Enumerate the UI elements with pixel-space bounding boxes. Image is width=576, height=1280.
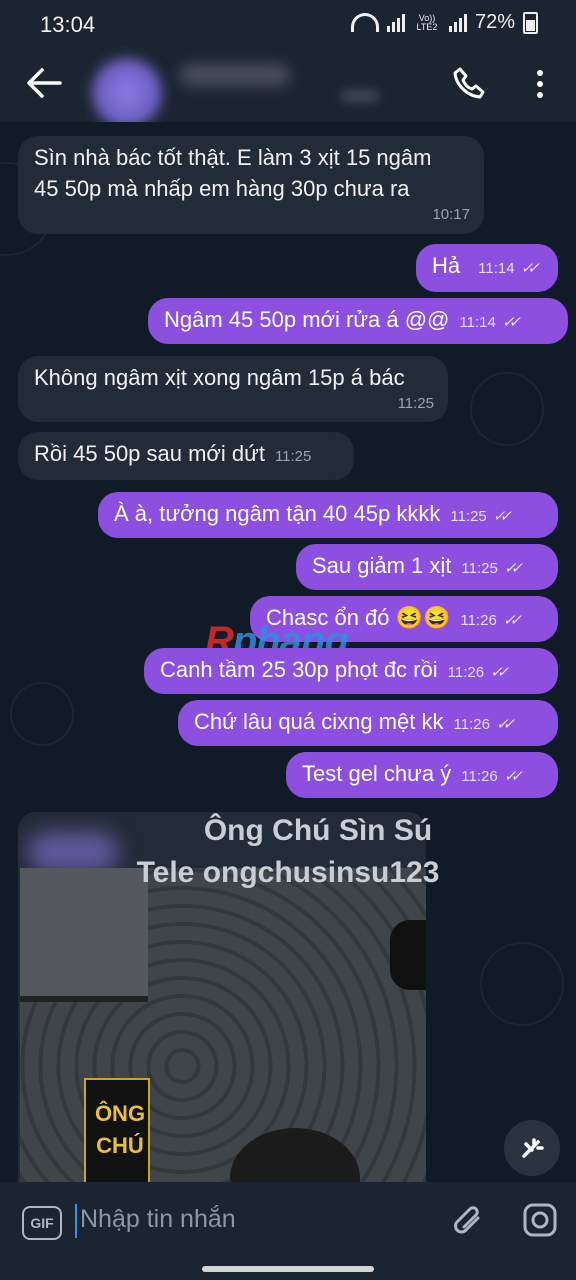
read-check-icon: ✓✓ [503,560,523,577]
message-input[interactable] [78,1204,422,1235]
read-check-icon: ✓✓ [503,768,523,785]
message-time: 11:14 [459,314,496,331]
read-check-icon: ✓✓ [501,314,521,331]
media-caption-line1: Ông Chú Sìn Sú [203,814,433,847]
wifi-icon [350,13,379,32]
arrow-left-icon[interactable] [24,66,64,100]
sparkle-icon [522,1138,544,1158]
read-check-icon: ✓✓ [502,612,522,629]
camera-icon[interactable] [522,1202,558,1238]
background-doodle [10,682,74,746]
signal-icon-2 [448,13,467,32]
avatar[interactable] [92,58,162,128]
message-text: Canh tầm 25 30p phọt đc rồi [160,657,438,682]
media-caption-line2: Tele ongchusinsu123 [136,856,440,889]
message-text: Hả [432,253,461,278]
message-time: 11:14 [478,260,515,277]
gesture-bar[interactable] [202,1266,374,1272]
contact-name-blurred[interactable] [180,64,290,86]
status-icons: Vo)) LTE2 72% [350,11,538,34]
phone-icon[interactable] [452,66,486,100]
message-time: 11:25 [397,395,434,412]
message-outgoing[interactable]: Test gel chưa ý 11:26 ✓✓ [286,752,558,798]
photo-box-label: ÔNG CHÚ [94,1101,146,1158]
message-time: 11:26 [461,768,498,785]
read-check-icon: ✓✓ [495,716,515,733]
signal-icon [386,13,405,32]
message-text: 45 50p mà nhấp em hàng 30p chưa ra [34,176,410,201]
last-seen-blurred [340,90,380,102]
message-text: Ngâm 45 50p mới rửa á @@ [164,307,450,332]
paperclip-icon[interactable] [450,1200,486,1240]
message-outgoing[interactable]: Hả 11:14 ✓✓ [416,244,558,292]
status-bar: 13:04 Vo)) LTE2 72% [0,0,576,48]
more-vertical-icon[interactable] [528,68,552,100]
message-time: 11:25 [450,508,487,525]
gif-button[interactable]: GIF [22,1206,62,1240]
read-check-icon: ✓✓ [492,508,512,525]
message-text: Test gel chưa ý [302,761,452,786]
message-text: Sìn nhà bác tốt thật. E làm 3 xịt 15 ngâ… [34,145,432,170]
battery-icon [523,11,538,34]
message-time: 10:17 [432,206,470,223]
message-time: 11:25 [461,560,498,577]
message-outgoing[interactable]: Sau giảm 1 xịt 11:25 ✓✓ [296,544,558,590]
message-time: 11:26 [460,612,497,629]
message-time: 11:26 [453,716,490,733]
message-outgoing[interactable]: Ngâm 45 50p mới rửa á @@ 11:14 ✓✓ [148,298,568,344]
message-outgoing[interactable]: À à, tưởng ngâm tận 40 45p kkkk 11:25 ✓✓ [98,492,558,538]
chat-area[interactable]: Sìn nhà bác tốt thật. E làm 3 xịt 15 ngâ… [0,122,576,1182]
message-outgoing[interactable]: Chứ lâu quá cixng mệt kk 11:26 ✓✓ [178,700,558,746]
message-time: 11:26 [447,664,485,681]
message-text: Sau giảm 1 xịt [312,553,452,578]
battery-percent: 72% [474,11,515,33]
message-text: Không ngâm xịt xong ngâm 15p á bác [34,365,405,390]
message-incoming[interactable]: Không ngâm xịt xong ngâm 15p á bác 11:25 [18,356,448,422]
background-doodle [470,372,544,446]
message-text: À à, tưởng ngâm tận 40 45p kkkk [114,501,441,526]
text-cursor [75,1204,77,1238]
background-doodle [480,942,564,1026]
message-text: Chứ lâu quá cixng mệt kk [194,709,444,734]
status-time: 13:04 [40,12,96,37]
message-time: 11:25 [274,448,312,465]
chat-header [0,48,576,128]
read-check-icon: ✓✓ [520,260,540,277]
message-text: Rồi 45 50p sau mới dứt [34,441,265,466]
product-photo[interactable]: ÔNG CHÚ [20,868,426,1182]
message-incoming[interactable]: Sìn nhà bác tốt thật. E làm 3 xịt 15 ngâ… [18,136,484,234]
photo-spray [390,920,426,990]
network-label: Vo)) LTE2 [416,12,438,32]
message-outgoing[interactable]: Canh tầm 25 30p phọt đc rồi 11:26 ✓✓ [144,648,558,694]
ai-assistant-button[interactable] [504,1120,560,1176]
message-incoming[interactable]: Rồi 45 50p sau mới dứt 11:25 [18,432,354,480]
read-check-icon: ✓✓ [490,664,509,681]
